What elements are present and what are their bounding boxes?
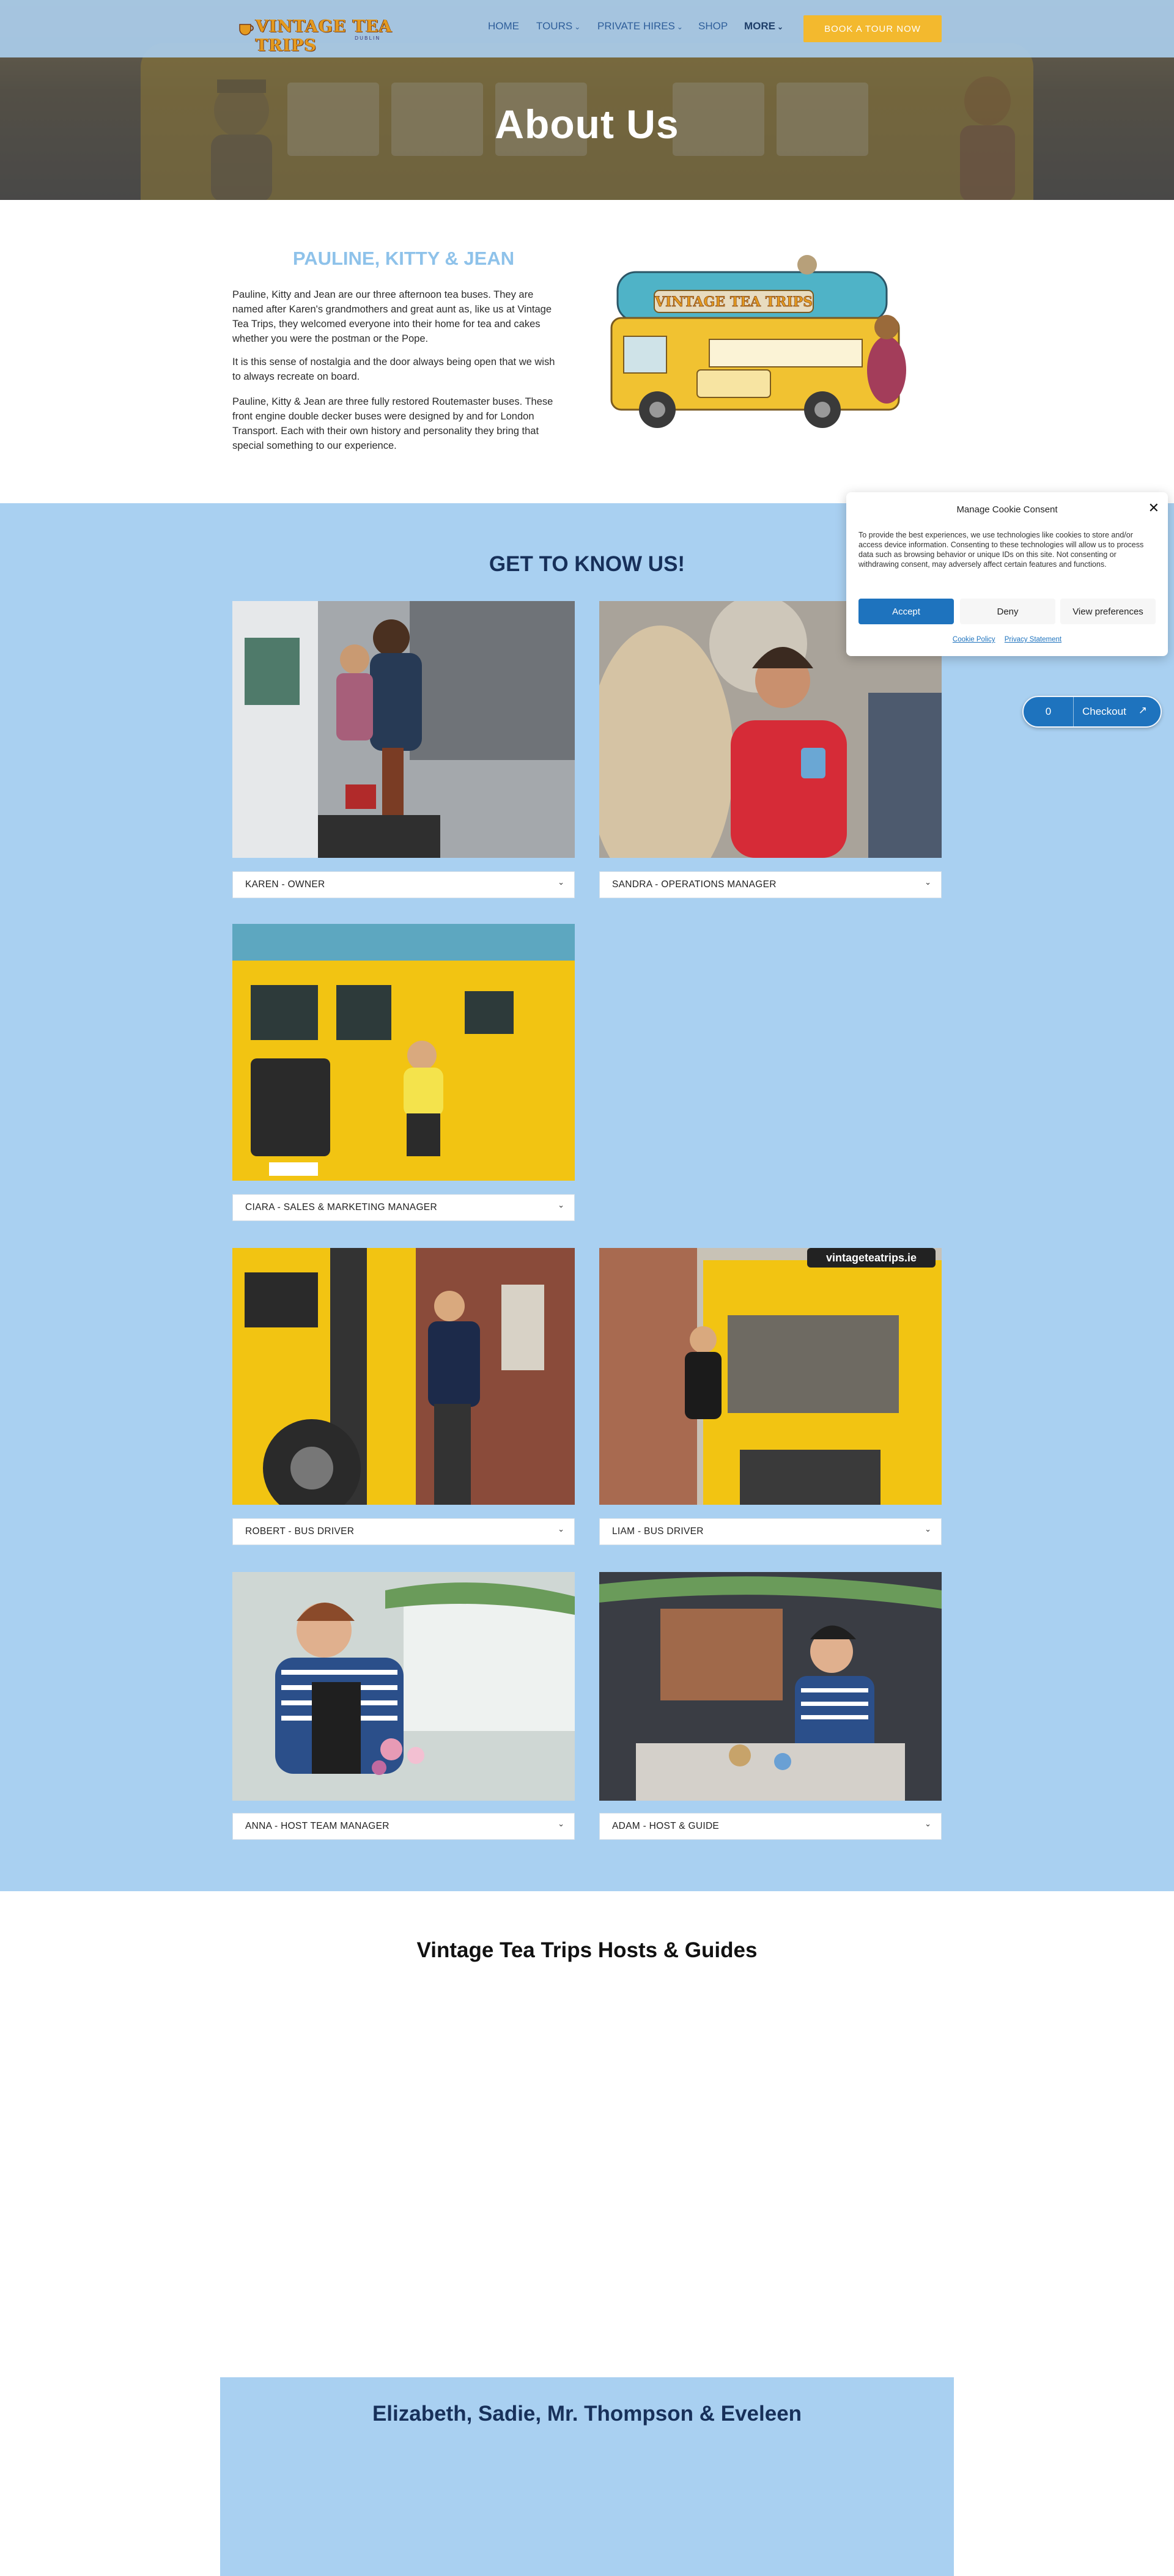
checkout-button[interactable]: 0 Checkout ↗ (1022, 696, 1162, 728)
chevron-down-icon: ⌄ (558, 878, 564, 887)
nav-more[interactable]: MORE ⌄ (744, 20, 783, 32)
teacup-icon (239, 24, 254, 35)
team-accordion-sandra[interactable]: SANDRA - OPERATIONS MANAGER ⌄ (599, 871, 942, 898)
robert-photo (232, 1248, 575, 1505)
svg-text:vintageteatrips.ie: vintageteatrips.ie (826, 1252, 917, 1264)
characters-section: Elizabeth, Sadie, Mr. Thompson & Eveleen (220, 2377, 954, 2576)
cookie-policy-link[interactable]: Cookie Policy (953, 636, 995, 643)
intro-heading: PAULINE, KITTY & JEAN (292, 248, 515, 269)
accept-cookies-button[interactable]: Accept (858, 599, 954, 624)
chevron-down-icon: ⌄ (777, 23, 784, 31)
svg-text:VINTAGE TEA TRIPS: VINTAGE TEA TRIPS (654, 294, 813, 310)
adam-photo (599, 1572, 942, 1801)
checkout-label: Checkout (1082, 706, 1126, 717)
characters-heading: Elizabeth, Sadie, Mr. Thompson & Eveleen (372, 2402, 802, 2426)
external-link-icon: ↗ (1138, 704, 1147, 716)
chevron-down-icon: ⌄ (676, 23, 683, 31)
ciara-photo (232, 924, 575, 1181)
team-accordion-liam[interactable]: LIAM - BUS DRIVER ⌄ (599, 1518, 942, 1545)
liam-photo: vintageteatrips.ie (599, 1248, 942, 1505)
intro-paragraph-2: It is this sense of nostalgia and the do… (232, 356, 555, 382)
chevron-down-icon: ⌄ (925, 1820, 931, 1829)
cookie-links: Cookie Policy Privacy Statement (846, 636, 1168, 643)
team-accordion-adam[interactable]: ADAM - HOST & GUIDE ⌄ (599, 1813, 942, 1840)
site-logo[interactable]: VINTAGE TEA TRIPS DUBLIN (237, 15, 415, 55)
site-header: VINTAGE TEA TRIPS DUBLIN HOME TOURS ⌄ PRI… (0, 0, 1174, 57)
hosts-heading: Vintage Tea Trips Hosts & Guides (416, 1938, 758, 1962)
intro-paragraph-1: Pauline, Kitty and Jean are our three af… (232, 289, 552, 344)
team-accordion-karen[interactable]: KAREN - OWNER ⌄ (232, 871, 575, 898)
chevron-down-icon: ⌄ (925, 878, 931, 887)
karen-photo (232, 601, 575, 858)
anna-photo (232, 1572, 575, 1801)
privacy-statement-link[interactable]: Privacy Statement (1005, 636, 1061, 643)
page-title: About Us (495, 101, 679, 147)
team-accordion-anna[interactable]: ANNA - HOST TEAM MANAGER ⌄ (232, 1813, 575, 1840)
chevron-down-icon: ⌄ (558, 1201, 564, 1210)
book-tour-button[interactable]: BOOK A TOUR NOW (803, 15, 942, 42)
nav-home[interactable]: HOME (488, 20, 519, 32)
chevron-down-icon: ⌄ (925, 1525, 931, 1534)
cookie-consent-dialog: Manage Cookie Consent ✕ To provide the b… (846, 492, 1168, 656)
close-icon[interactable]: ✕ (1148, 501, 1159, 516)
chevron-down-icon: ⌄ (558, 1525, 564, 1534)
team-section: GET TO KNOW US! KAREN - OWNER ⌄ SANDRA -… (0, 503, 1174, 1891)
bus-illustration: VINTAGE TEA TRIPS (610, 255, 906, 428)
chevron-down-icon: ⌄ (574, 23, 581, 31)
nav-shop[interactable]: SHOP (698, 20, 728, 32)
deny-cookies-button[interactable]: Deny (960, 599, 1055, 624)
cookie-text: To provide the best experiences, we use … (858, 531, 1144, 569)
cookie-title: Manage Cookie Consent (956, 504, 1058, 515)
chevron-down-icon: ⌄ (558, 1820, 564, 1829)
nav-private-hires[interactable]: PRIVATE HIRES ⌄ (597, 20, 683, 32)
team-accordion-robert[interactable]: ROBERT - BUS DRIVER ⌄ (232, 1518, 575, 1545)
cart-count: 0 (1024, 697, 1074, 726)
team-accordion-ciara[interactable]: CIARA - SALES & MARKETING MANAGER ⌄ (232, 1194, 575, 1221)
nav-tours[interactable]: TOURS ⌄ (536, 20, 580, 32)
view-preferences-button[interactable]: View preferences (1060, 599, 1156, 624)
intro-paragraph-3: Pauline, Kitty & Jean are three fully re… (232, 396, 553, 451)
